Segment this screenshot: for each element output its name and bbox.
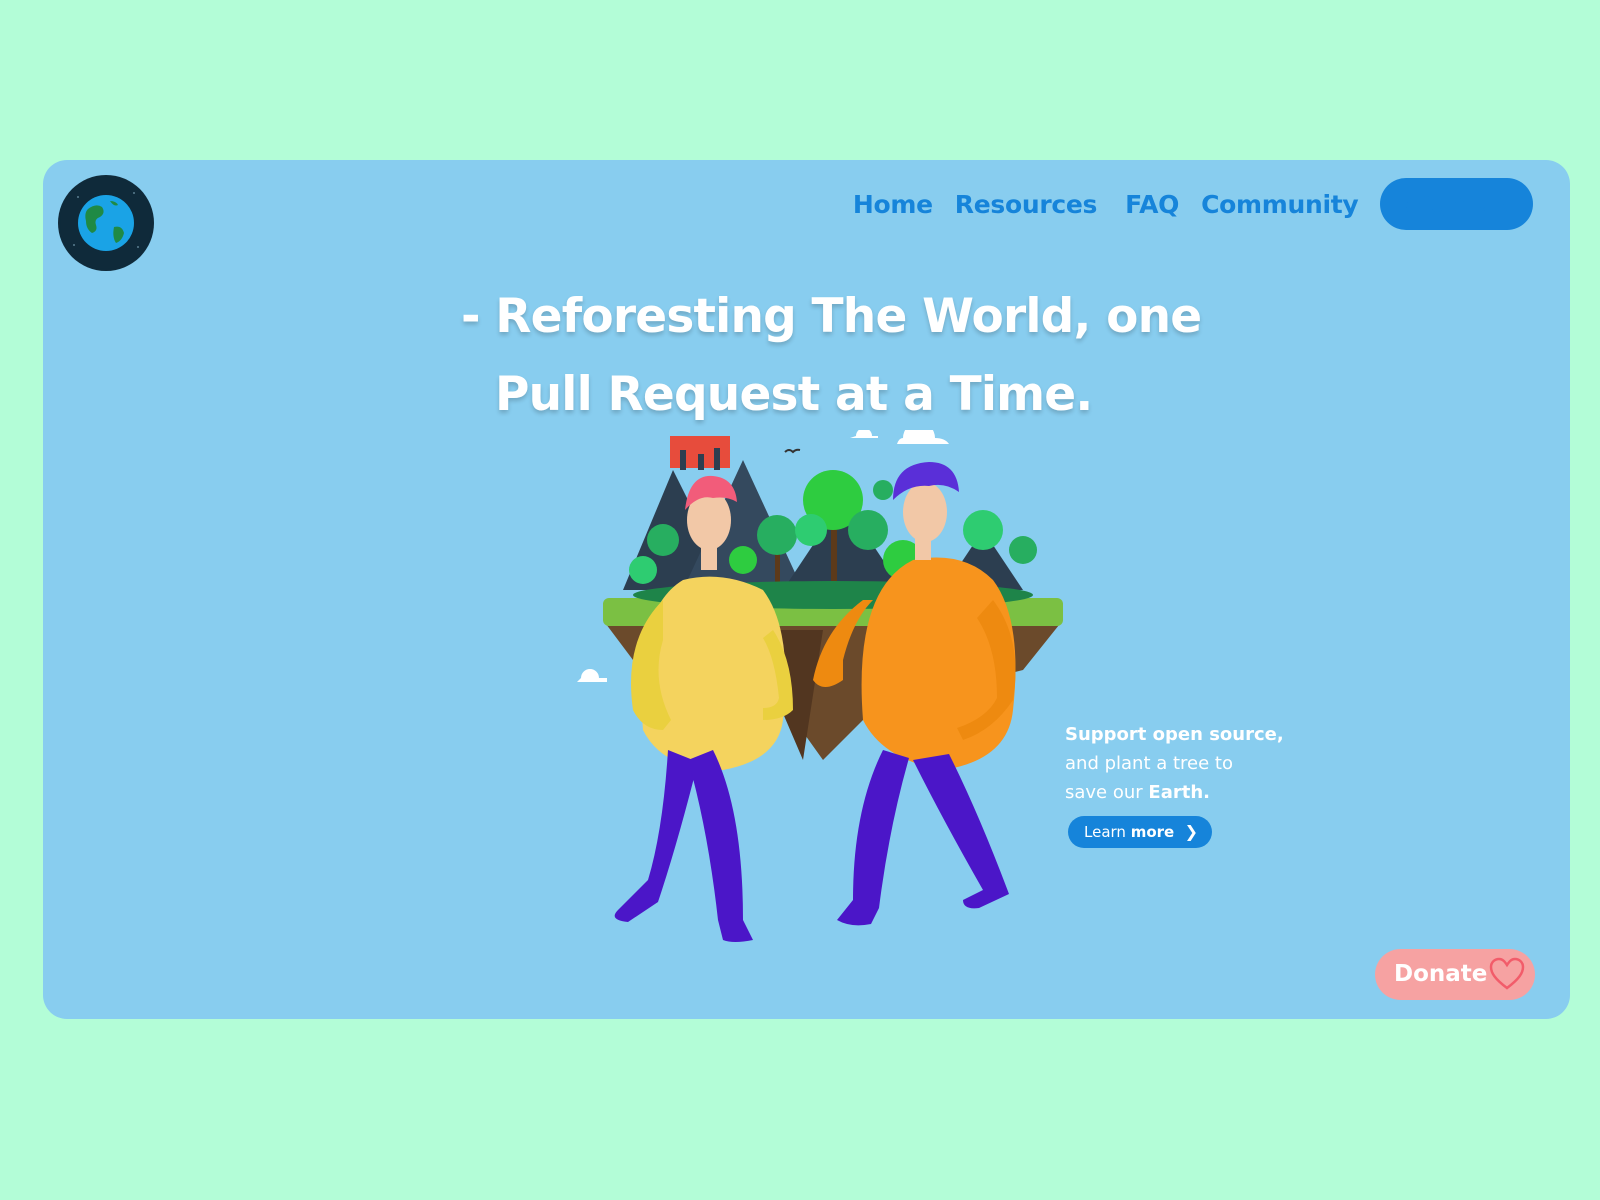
hero-title-line-1: - Reforesting The World, one [461, 289, 1202, 344]
hero-illustration [577, 430, 1063, 942]
hero-title-line-2: Pull Request at a Time. [495, 367, 1093, 422]
support-text: Support open source, and plant a tree to… [1065, 720, 1325, 807]
globe-icon [60, 177, 152, 269]
hero-card: Home Resources FAQ Community Sign up - R… [43, 160, 1570, 1019]
support-headline: Support open source, [1065, 724, 1284, 745]
donate-button[interactable]: Donate [1375, 949, 1535, 1000]
globe-logo[interactable] [58, 175, 154, 271]
heart-icon [1489, 957, 1525, 990]
learn-more-button[interactable]: Learn more ❯ [1068, 816, 1212, 848]
chevron-right-icon: ❯ [1184, 822, 1198, 841]
donate-label: Donate [1394, 961, 1488, 987]
nav-home-link[interactable]: Home [853, 190, 933, 219]
nav-faq-link[interactable]: FAQ [1125, 190, 1179, 219]
signup-button[interactable]: Sign up [1380, 178, 1533, 230]
nav-resources-link[interactable]: Resources [955, 190, 1098, 219]
main-nav: Home Resources FAQ Community Sign up [853, 178, 1533, 230]
hero-title: - Reforesting The World, one Pull Reques… [461, 278, 1221, 434]
support-line-3: save our [1065, 782, 1149, 803]
nav-community-link[interactable]: Community [1201, 190, 1359, 219]
learn-more-label: Learn [1084, 823, 1131, 841]
support-line-2: and plant a tree to [1065, 753, 1233, 774]
learn-more-label-bold: more [1130, 823, 1175, 841]
support-earth: Earth. [1148, 782, 1210, 803]
bird-icon [784, 448, 801, 454]
